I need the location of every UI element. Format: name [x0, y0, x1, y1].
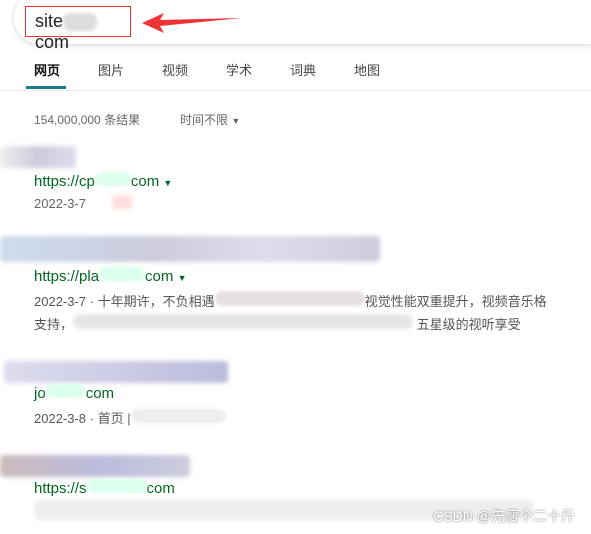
result-url[interactable]: https://cp com ▼: [34, 172, 172, 190]
tab-web[interactable]: 网页: [34, 60, 60, 79]
divider: [0, 90, 591, 91]
result-snippet: 2022-3-8 · 首页 |: [34, 408, 226, 427]
redacted-title: [0, 146, 76, 168]
redacted: [99, 267, 146, 281]
red-arrow-icon: [142, 13, 242, 33]
tab-images[interactable]: 图片: [98, 60, 124, 79]
tab-videos[interactable]: 视频: [162, 60, 188, 79]
tab-dictionary[interactable]: 词典: [290, 60, 316, 79]
caret-down-icon: ▼: [231, 116, 241, 126]
search-query-highlight[interactable]: sitecom: [25, 6, 131, 52]
result-snippet: 2022-3-7 · 十年期许，不负相遇 视觉性能双重提升，视频音乐格: [34, 291, 547, 310]
redacted: [63, 13, 98, 32]
redacted: [112, 195, 132, 209]
result-url[interactable]: https://pla com ▼: [34, 267, 186, 285]
watermark: CSDN @先瘦个二十斤: [433, 508, 575, 524]
query-prefix: site: [35, 11, 64, 31]
result-snippet-line2: 支持， 五星级的视听享受: [34, 314, 521, 333]
time-filter-label: 时间不限: [180, 113, 229, 127]
query-suffix: com: [35, 32, 70, 52]
time-filter[interactable]: 时间不限 ▼: [180, 111, 240, 128]
result-url[interactable]: https://s com: [34, 479, 175, 497]
active-tab-indicator: [26, 86, 66, 89]
result-date: 2022-3-7: [34, 196, 87, 211]
tab-academic[interactable]: 学术: [226, 60, 252, 79]
caret-down-icon[interactable]: ▼: [163, 178, 172, 188]
result-url[interactable]: jo com: [34, 384, 114, 402]
tab-maps[interactable]: 地图: [354, 60, 380, 79]
redacted: [86, 479, 147, 493]
redacted-title: [0, 236, 380, 262]
redacted: [94, 172, 131, 186]
caret-down-icon[interactable]: ▼: [178, 273, 187, 283]
redacted: [45, 384, 86, 398]
results-count: 154,000,000 条结果: [34, 113, 141, 127]
redacted-title: [4, 361, 228, 383]
redacted-title: [0, 455, 190, 477]
